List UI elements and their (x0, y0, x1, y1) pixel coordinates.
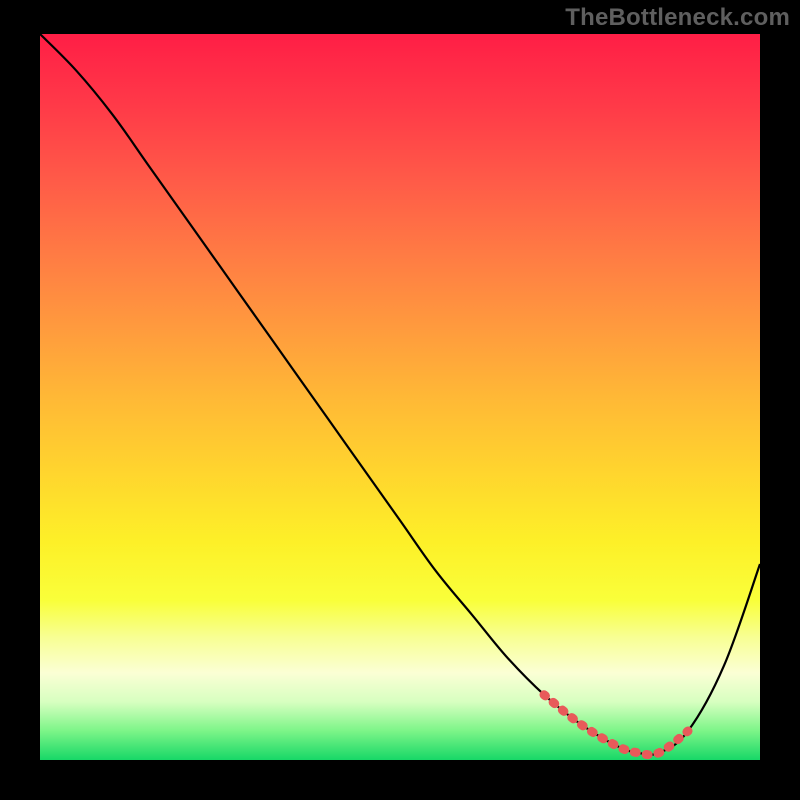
valley-highlight (544, 695, 688, 755)
bottleneck-curve (40, 34, 760, 755)
watermark-label: TheBottleneck.com (565, 4, 790, 32)
chart-frame: TheBottleneck.com (0, 0, 800, 800)
plot-area (40, 34, 760, 760)
chart-svg (40, 34, 760, 760)
